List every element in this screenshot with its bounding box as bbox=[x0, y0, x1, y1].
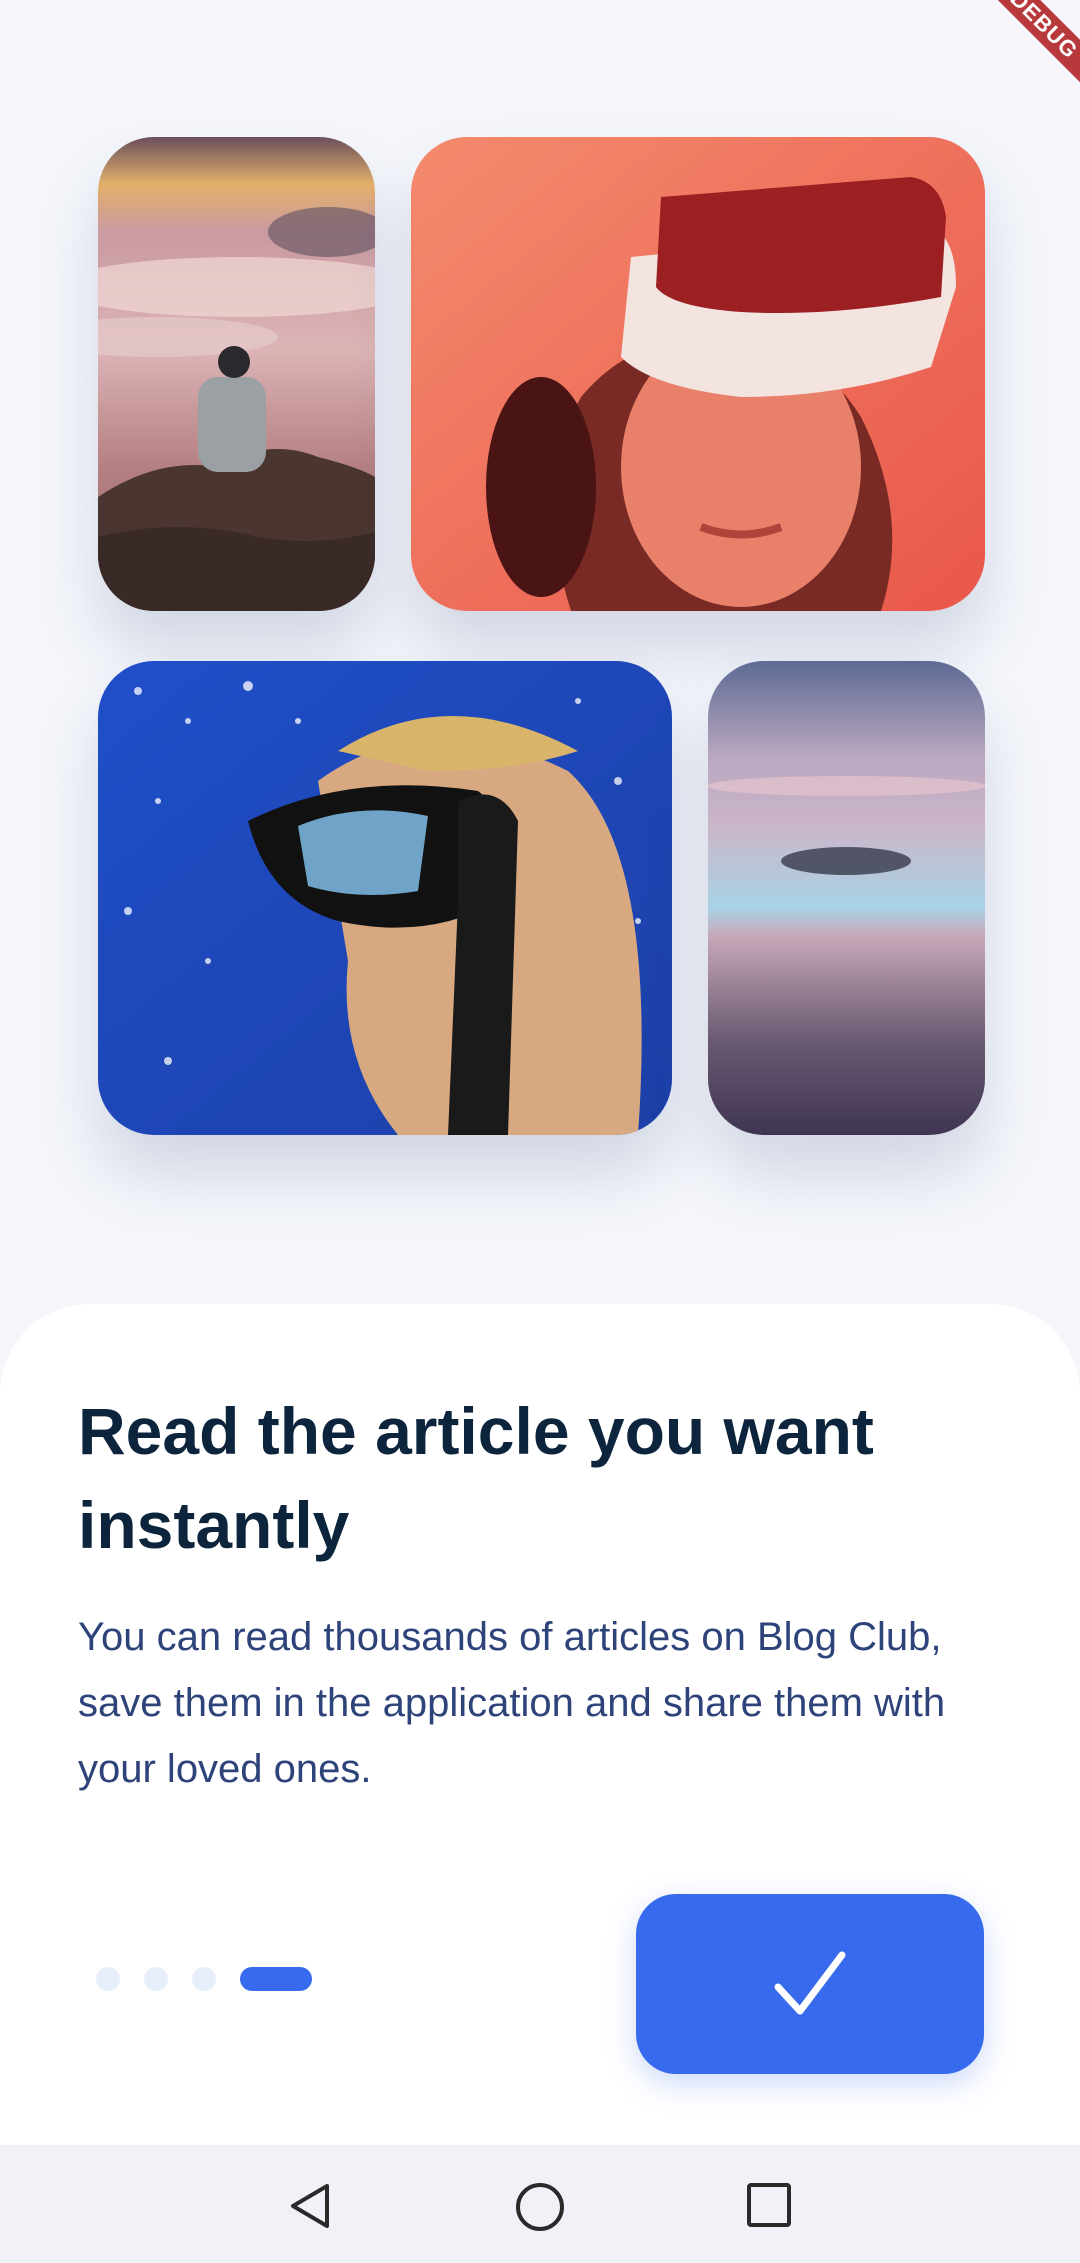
page-dot-4-active bbox=[240, 1967, 312, 1991]
home-circle-icon[interactable] bbox=[514, 2181, 566, 2233]
onboarding-sheet: Read the article you want instantly You … bbox=[0, 1304, 1080, 2145]
vr-headset-photo bbox=[411, 137, 985, 611]
page-dot-1 bbox=[96, 1967, 120, 1991]
debug-banner-label: DEBUG bbox=[976, 0, 1080, 93]
back-triangle-icon[interactable] bbox=[285, 2181, 335, 2231]
sea-sunset-photo bbox=[708, 661, 985, 1135]
system-navigation-bar bbox=[0, 2145, 1080, 2263]
onboarding-title: Read the article you want instantly bbox=[78, 1394, 874, 1562]
mountain-clouds-photo bbox=[98, 137, 375, 611]
debug-banner: DEBUG bbox=[960, 0, 1080, 120]
recents-square-icon[interactable] bbox=[745, 2181, 793, 2229]
page-indicator bbox=[96, 1966, 312, 1992]
page-dot-3 bbox=[192, 1967, 216, 1991]
onboarding-description: You can read thousands of articles on Bl… bbox=[78, 1615, 946, 1791]
diver-photo bbox=[98, 661, 672, 1135]
page-dot-2 bbox=[144, 1967, 168, 1991]
check-icon bbox=[774, 1951, 846, 2015]
finish-button[interactable] bbox=[636, 1894, 984, 2074]
